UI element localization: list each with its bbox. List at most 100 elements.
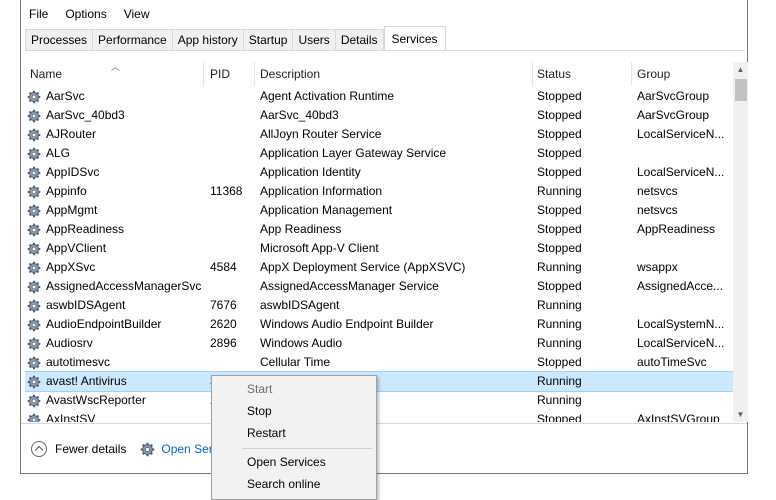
table-row[interactable]: ALG Application Layer Gateway Service Stop…	[25, 144, 733, 163]
tab-details[interactable]: Details	[335, 29, 384, 50]
scroll-up-icon[interactable]: ▲	[733, 62, 748, 77]
gear-icon	[27, 165, 41, 180]
service-group: LocalSystemN...	[637, 317, 725, 331]
service-group	[637, 144, 727, 163]
service-description: Application Layer Gateway Service	[260, 146, 447, 160]
table-row[interactable]: AudioEndpointBuilder 2620 Windows Audio En…	[25, 315, 733, 334]
service-name: Audiosrv	[46, 336, 93, 350]
table-row[interactable]: AppMgmt Application Management Stopped nets…	[25, 201, 733, 220]
service-group	[637, 391, 727, 410]
service-group: netsvcs	[637, 203, 678, 217]
service-name: aswbIDSAgent	[46, 298, 126, 312]
service-name-cell: AxInstSV	[27, 410, 207, 422]
context-menu-open-services[interactable]: Open Services	[247, 455, 326, 469]
open-services-link[interactable]: Open Serv	[140, 441, 219, 457]
tab-services[interactable]: Services	[383, 26, 446, 51]
service-name-cell: ALG	[27, 144, 207, 163]
service-name-cell: autotimesvc	[27, 353, 207, 372]
service-name: AppXSvc	[46, 260, 96, 274]
table-row[interactable]: AarSvc_40bd3 AarSvc_40bd3 Stopped AarSvcGro…	[25, 106, 733, 125]
service-pid	[210, 201, 256, 220]
table-row[interactable]: avast! Antivirus3Running	[25, 371, 733, 392]
gear-icon	[27, 393, 41, 408]
service-pid: 2896	[210, 336, 237, 350]
service-name-cell: AppIDSvc	[27, 163, 207, 182]
context-menu-stop[interactable]: Stop	[247, 404, 272, 418]
service-status: Running	[537, 260, 582, 274]
table-row[interactable]: AssignedAccessManagerSvc AssignedAccessMa…	[25, 277, 733, 296]
gear-icon	[140, 441, 156, 457]
tab-users[interactable]: Users	[293, 29, 336, 50]
service-description: Windows Audio Endpoint Builder	[260, 317, 434, 331]
service-group: LocalServiceN...	[637, 336, 725, 350]
table-row[interactable]: AvastWscReporter2Running	[25, 391, 733, 410]
fewer-details-link[interactable]: Fewer details	[55, 442, 126, 456]
tab-processes[interactable]: Processes	[25, 29, 94, 50]
service-name-cell: AJRouter	[27, 125, 207, 144]
table-row[interactable]: autotimesvc Cellular Time Stopped autoTimeS…	[25, 353, 733, 372]
service-group: AxInstSVGroup	[637, 412, 720, 422]
vertical-scrollbar[interactable]: ▲ ▼	[733, 62, 748, 422]
service-group	[637, 239, 727, 258]
service-name-cell: AarSvc_40bd3	[27, 106, 207, 125]
column-header-name[interactable]: ︿ Name	[25, 62, 204, 86]
context-menu-search-online[interactable]: Search online	[247, 477, 320, 491]
service-name: AxInstSV	[46, 412, 96, 422]
menu-view[interactable]: View	[116, 3, 159, 25]
gear-icon	[27, 222, 41, 237]
footer-divider	[21, 423, 747, 424]
scroll-down-icon[interactable]: ▼	[733, 407, 748, 422]
table-row[interactable]: AppXSvc 4584 AppX Deployment Service (AppX…	[25, 258, 733, 277]
gear-icon	[27, 108, 41, 123]
column-header-pid[interactable]: PID	[205, 62, 255, 86]
table-row[interactable]: AxInstSVstSV)StoppedAxInstSVGroup	[25, 410, 733, 422]
service-group: LocalServiceN...	[637, 165, 725, 179]
chevron-up-circle-icon[interactable]	[31, 441, 47, 457]
service-name: AppVClient	[46, 241, 107, 255]
service-description: Application Identity	[260, 165, 361, 179]
table-row[interactable]: AJRouter AllJoyn Router Service Stopped Loc…	[25, 125, 733, 144]
table-row[interactable]: AppVClient Microsoft App-V Client Stopped	[25, 239, 733, 258]
table-row[interactable]: Audiosrv 2896 Windows Audio Running LocalSer…	[25, 334, 733, 353]
service-group: AarSvcGroup	[637, 108, 710, 122]
service-status: Stopped	[537, 165, 582, 179]
gear-icon	[27, 279, 41, 294]
context-menu-restart[interactable]: Restart	[247, 426, 286, 440]
service-name: Appinfo	[46, 184, 87, 198]
gear-icon	[27, 412, 41, 422]
column-header-group[interactable]: Group	[632, 62, 733, 86]
table-row[interactable]: AppReadiness App Readiness Stopped AppReadi…	[25, 220, 733, 239]
menu-options[interactable]: Options	[57, 3, 115, 25]
service-name-cell: AppVClient	[27, 239, 207, 258]
table-row[interactable]: AarSvc Agent Activation Runtime Stopped Aar…	[25, 87, 733, 106]
table-row[interactable]: Appinfo 11368 Application Information Runni…	[25, 182, 733, 201]
service-rows: AarSvc Agent Activation Runtime Stopped Aar…	[25, 87, 733, 422]
service-name: AvastWscReporter	[46, 393, 146, 407]
service-group: AssignedAcce...	[637, 279, 724, 293]
table-row[interactable]: aswbIDSAgent 7676 aswbIDSAgent Running	[25, 296, 733, 315]
tab-app-history[interactable]: App history	[172, 29, 244, 50]
tab-performance[interactable]: Performance	[93, 29, 173, 50]
service-status: Stopped	[537, 89, 582, 103]
scrollbar-thumb[interactable]	[735, 79, 747, 101]
service-pid	[210, 144, 256, 163]
service-name-cell: AudioEndpointBuilder	[27, 315, 207, 334]
service-name: AarSvc_40bd3	[46, 108, 125, 122]
service-name: avast! Antivirus	[46, 374, 127, 388]
service-status: Stopped	[537, 203, 582, 217]
service-description: Application Management	[260, 203, 393, 217]
gear-icon	[27, 260, 41, 275]
menu-file[interactable]: File	[21, 3, 57, 25]
column-header-name-label: Name	[30, 67, 63, 81]
column-header-status[interactable]: Status	[532, 62, 632, 86]
service-description: AllJoyn Router Service	[260, 127, 382, 141]
service-name: ALG	[46, 146, 71, 160]
service-status: Running	[537, 374, 582, 388]
tab-startup[interactable]: Startup	[243, 29, 294, 50]
service-status: Running	[537, 393, 582, 407]
table-row[interactable]: AppIDSvc Application Identity Stopped Local…	[25, 163, 733, 182]
service-name-cell: AssignedAccessManagerSvc	[27, 277, 207, 296]
service-description: Agent Activation Runtime	[260, 89, 395, 103]
column-header-description[interactable]: Description	[255, 62, 533, 86]
service-group: netsvcs	[637, 184, 678, 198]
